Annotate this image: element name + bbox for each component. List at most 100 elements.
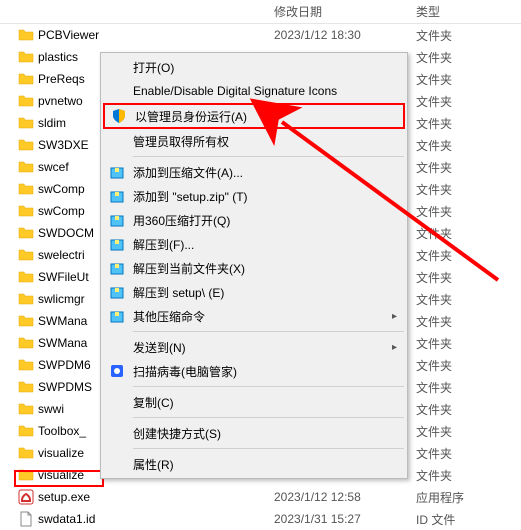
archive-icon <box>109 284 125 300</box>
folder-icon <box>18 181 34 197</box>
file-type: 文件夹 <box>416 313 521 330</box>
separator <box>133 448 404 449</box>
file-type: 文件夹 <box>416 401 521 418</box>
ctx-extract-setup-label: 解压到 setup\ (E) <box>133 284 224 301</box>
folder-icon <box>18 159 34 175</box>
folder-icon <box>18 137 34 153</box>
ctx-properties[interactable]: 属性(R) <box>103 452 405 476</box>
archive-icon <box>109 236 125 252</box>
ctx-add-zip-label: 添加到 "setup.zip" (T) <box>133 188 248 205</box>
col-type-header[interactable]: 类型 <box>416 0 521 23</box>
archive-icon <box>109 188 125 204</box>
ctx-other-compress[interactable]: 其他压缩命令 <box>103 304 405 328</box>
ctx-compress-360-label: 用360压缩打开(Q) <box>133 212 230 229</box>
separator <box>133 417 404 418</box>
folder-icon <box>18 27 34 43</box>
folder-icon <box>18 269 34 285</box>
file-name: swdata1.id <box>38 512 274 526</box>
folder-icon <box>18 335 34 351</box>
folder-icon <box>18 93 34 109</box>
ctx-create-shortcut-label: 创建快捷方式(S) <box>133 425 221 442</box>
virus-scan-icon <box>109 363 125 379</box>
file-row[interactable]: setup.exe2023/1/12 12:58应用程序 <box>0 486 521 508</box>
ctx-admin-ownership-label: 管理员取得所有权 <box>133 133 229 150</box>
folder-icon <box>18 313 34 329</box>
ctx-extract-here[interactable]: 解压到当前文件夹(X) <box>103 256 405 280</box>
file-type: 文件夹 <box>416 335 521 352</box>
ctx-send-to-label: 发送到(N) <box>133 339 186 356</box>
archive-icon <box>109 212 125 228</box>
file-name: setup.exe <box>38 490 274 504</box>
file-type: 文件夹 <box>416 445 521 462</box>
file-row[interactable]: swdata1.id2023/1/31 15:27ID 文件 <box>0 508 521 530</box>
file-type: 文件夹 <box>416 115 521 132</box>
ctx-scan-virus-label: 扫描病毒(电脑管家) <box>133 363 237 380</box>
folder-icon <box>18 401 34 417</box>
ctx-copy[interactable]: 复制(C) <box>103 390 405 414</box>
separator <box>133 386 404 387</box>
file-type: 文件夹 <box>416 291 521 308</box>
file-type: 文件夹 <box>416 225 521 242</box>
file-list-header: 修改日期 类型 <box>0 0 521 24</box>
file-icon <box>18 511 34 527</box>
ctx-run-as-admin-label: 以管理员身份运行(A) <box>135 108 247 125</box>
folder-icon <box>18 357 34 373</box>
archive-icon <box>109 260 125 276</box>
file-type: 文件夹 <box>416 423 521 440</box>
file-type: 文件夹 <box>416 49 521 66</box>
file-type: 文件夹 <box>416 269 521 286</box>
folder-icon <box>18 49 34 65</box>
file-type: 文件夹 <box>416 379 521 396</box>
ctx-extract-here-label: 解压到当前文件夹(X) <box>133 260 245 277</box>
folder-icon <box>18 423 34 439</box>
ctx-add-zip[interactable]: 添加到 "setup.zip" (T) <box>103 184 405 208</box>
file-type: 文件夹 <box>416 467 521 484</box>
ctx-other-compress-label: 其他压缩命令 <box>133 308 205 325</box>
folder-icon <box>18 203 34 219</box>
folder-icon <box>18 71 34 87</box>
folder-icon <box>18 291 34 307</box>
file-name: PCBViewer <box>38 28 274 42</box>
ctx-extract-setup[interactable]: 解压到 setup\ (E) <box>103 280 405 304</box>
file-type: 文件夹 <box>416 247 521 264</box>
file-type: 文件夹 <box>416 93 521 110</box>
ctx-scan-virus[interactable]: 扫描病毒(电脑管家) <box>103 359 405 383</box>
folder-icon <box>18 247 34 263</box>
folder-icon <box>18 379 34 395</box>
file-date: 2023/1/12 18:30 <box>274 28 416 42</box>
ctx-extract-to-label: 解压到(F)... <box>133 236 194 253</box>
file-type: 文件夹 <box>416 203 521 220</box>
folder-icon <box>18 467 34 483</box>
file-type: 文件夹 <box>416 181 521 198</box>
context-menu: 打开(O) Enable/Disable Digital Signature I… <box>100 52 408 479</box>
ctx-properties-label: 属性(R) <box>133 456 174 473</box>
shield-icon <box>111 108 127 124</box>
ctx-create-shortcut[interactable]: 创建快捷方式(S) <box>103 421 405 445</box>
folder-icon <box>18 445 34 461</box>
file-type: ID 文件 <box>416 511 521 528</box>
file-type: 文件夹 <box>416 137 521 154</box>
ctx-extract-to[interactable]: 解压到(F)... <box>103 232 405 256</box>
file-date: 2023/1/31 15:27 <box>274 512 416 526</box>
ctx-add-archive[interactable]: 添加到压缩文件(A)... <box>103 160 405 184</box>
archive-icon <box>109 308 125 324</box>
ctx-open-label: 打开(O) <box>133 59 174 76</box>
ctx-digital-sig[interactable]: Enable/Disable Digital Signature Icons <box>103 79 405 103</box>
ctx-admin-ownership[interactable]: 管理员取得所有权 <box>103 129 405 153</box>
ctx-compress-360[interactable]: 用360压缩打开(Q) <box>103 208 405 232</box>
ctx-open[interactable]: 打开(O) <box>103 55 405 79</box>
folder-icon <box>18 115 34 131</box>
ctx-copy-label: 复制(C) <box>133 394 174 411</box>
ctx-run-as-admin[interactable]: 以管理员身份运行(A) <box>103 103 405 129</box>
ctx-send-to[interactable]: 发送到(N) <box>103 335 405 359</box>
file-type: 文件夹 <box>416 159 521 176</box>
col-date-header[interactable]: 修改日期 <box>274 0 416 23</box>
file-type: 文件夹 <box>416 27 521 44</box>
folder-icon <box>18 225 34 241</box>
ctx-digital-sig-label: Enable/Disable Digital Signature Icons <box>133 84 337 98</box>
separator <box>133 331 404 332</box>
file-type: 文件夹 <box>416 357 521 374</box>
file-row[interactable]: PCBViewer2023/1/12 18:30文件夹 <box>0 24 521 46</box>
col-name-header[interactable] <box>0 0 274 23</box>
file-type: 文件夹 <box>416 71 521 88</box>
